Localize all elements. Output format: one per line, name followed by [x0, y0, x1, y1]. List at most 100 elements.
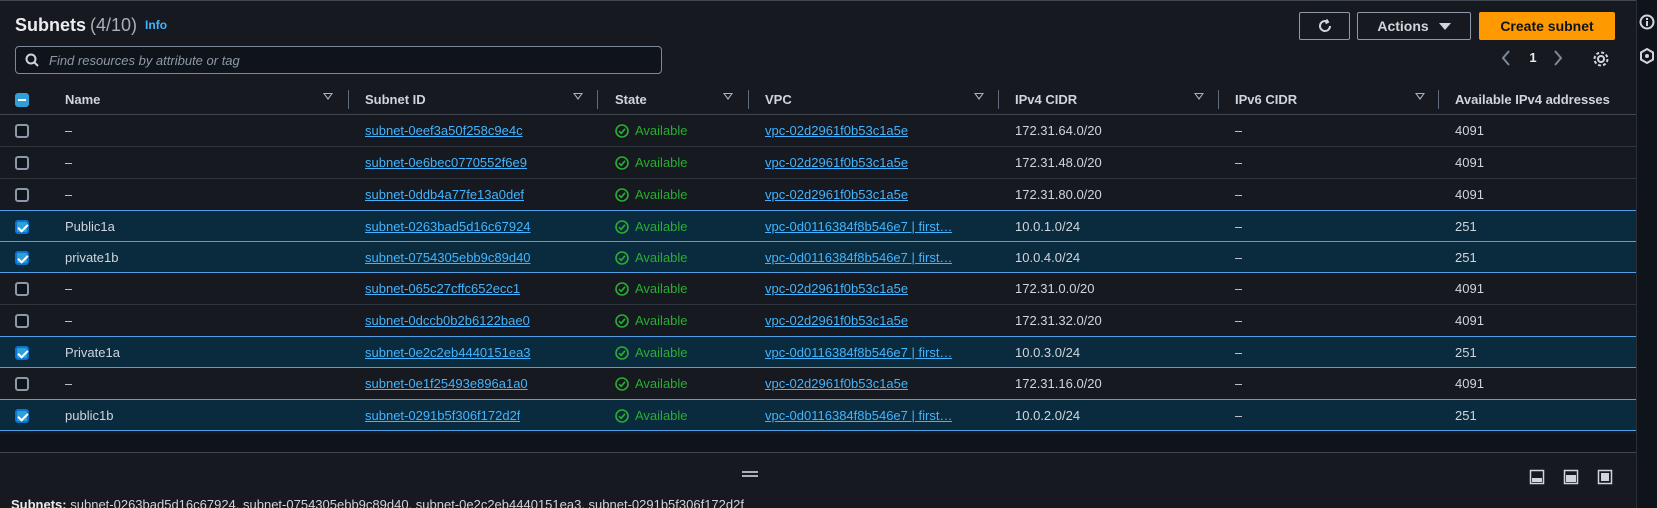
row-checkbox[interactable] — [15, 346, 29, 360]
column-divider[interactable] — [597, 90, 598, 109]
actions-button[interactable]: Actions — [1357, 12, 1471, 40]
subnet-id-link[interactable]: subnet-0291b5f306f172d2f — [365, 408, 520, 423]
subnet-id-link[interactable]: subnet-0263bad5d16c67924 — [365, 219, 531, 234]
cell-ipv4-cidr: 172.31.80.0/20 — [1015, 187, 1102, 202]
search-icon — [25, 53, 39, 67]
row-checkbox[interactable] — [15, 251, 29, 265]
cell-name: Public1a — [65, 219, 115, 234]
row-checkbox[interactable] — [15, 188, 29, 202]
row-checkbox[interactable] — [15, 124, 29, 138]
column-header-vpc[interactable]: VPC — [765, 92, 984, 107]
cell-ipv4-cidr: 172.31.0.0/20 — [1015, 281, 1095, 296]
column-header-ipv6-cidr[interactable]: IPv6 CIDR — [1235, 92, 1425, 107]
cell-ipv6-cidr: – — [1235, 408, 1243, 423]
selection-count: (4/10) — [90, 15, 138, 35]
row-checkbox[interactable] — [15, 409, 29, 423]
row-checkbox[interactable] — [15, 314, 29, 328]
column-divider[interactable] — [348, 90, 349, 109]
gear-icon[interactable] — [1592, 50, 1610, 68]
vpc-link[interactable]: vpc-0d0116384f8b546e7 | first… — [765, 219, 952, 234]
column-header-ipv4-cidr[interactable]: IPv4 CIDR — [1015, 92, 1204, 107]
table-row[interactable]: – subnet-0dccb0b2b6122bae0 Available vpc-02… — [0, 305, 1636, 337]
table-row[interactable]: Public1a subnet-0263bad5d16c67924 Availabl… — [0, 210, 1636, 242]
cell-ipv4-cidr: 172.31.48.0/20 — [1015, 155, 1102, 170]
row-checkbox[interactable] — [15, 282, 29, 296]
column-divider[interactable] — [998, 90, 999, 109]
state-badge: Available — [615, 408, 688, 423]
subnets-table: Name Subnet ID State VPC IPv4 CIDR IPv6 … — [0, 84, 1636, 431]
table-row[interactable]: – subnet-0ddb4a77fe13a0def Available vpc-02… — [0, 179, 1636, 211]
row-checkbox[interactable] — [15, 220, 29, 234]
column-header-subnet-id[interactable]: Subnet ID — [365, 92, 583, 107]
subnet-id-link[interactable]: subnet-0e2c2eb4440151ea3 — [365, 345, 531, 360]
page-number[interactable]: 1 — [1526, 50, 1540, 65]
cell-ipv4-cidr: 10.0.3.0/24 — [1015, 345, 1081, 360]
state-badge: Available — [615, 281, 688, 296]
column-header-state[interactable]: State — [615, 92, 733, 107]
pagination: 1 — [1496, 47, 1616, 71]
cell-ipv6-cidr: – — [1235, 219, 1243, 234]
cell-available-ipv4: 4091 — [1455, 123, 1484, 138]
subnet-id-link[interactable]: subnet-0e6bec0770552f6e9 — [365, 155, 527, 170]
panel-side-icon[interactable] — [1563, 469, 1579, 485]
column-divider[interactable] — [1218, 90, 1219, 109]
row-checkbox[interactable] — [15, 156, 29, 170]
vpc-link[interactable]: vpc-02d2961f0b53c1a5e — [765, 187, 908, 202]
subnet-id-link[interactable]: subnet-065c27cffc652ecc1 — [365, 281, 520, 296]
cell-ipv4-cidr: 172.31.64.0/20 — [1015, 123, 1102, 138]
state-label: Available — [635, 376, 688, 391]
vpc-link[interactable]: vpc-02d2961f0b53c1a5e — [765, 123, 908, 138]
subnet-id-link[interactable]: subnet-0dccb0b2b6122bae0 — [365, 313, 530, 328]
vpc-link[interactable]: vpc-0d0116384f8b546e7 | first… — [765, 250, 952, 265]
subnet-id-link[interactable]: subnet-0e1f25493e896a1a0 — [365, 376, 528, 391]
subnet-id-link[interactable]: subnet-0754305ebb9c89d40 — [365, 250, 531, 265]
vpc-link[interactable]: vpc-02d2961f0b53c1a5e — [765, 376, 908, 391]
row-checkbox[interactable] — [15, 377, 29, 391]
resize-handle[interactable] — [742, 471, 758, 477]
search-input[interactable] — [49, 50, 649, 70]
table-row[interactable]: – subnet-0e1f25493e896a1a0 Available vpc-02… — [0, 368, 1636, 400]
cell-ipv6-cidr: – — [1235, 376, 1243, 391]
check-circle-icon — [615, 345, 629, 360]
check-circle-icon — [615, 250, 629, 265]
info-circle-icon[interactable] — [1639, 14, 1655, 30]
column-header-available-ipv4[interactable]: Available IPv4 addresses — [1455, 92, 1610, 107]
column-divider[interactable] — [1438, 90, 1439, 109]
create-subnet-button[interactable]: Create subnet — [1479, 12, 1615, 40]
state-label: Available — [635, 345, 688, 360]
cell-name: – — [65, 376, 73, 391]
table-row[interactable]: – subnet-065c27cffc652ecc1 Available vpc-02… — [0, 273, 1636, 305]
table-row[interactable]: private1b subnet-0754305ebb9c89d40 Availab… — [0, 241, 1636, 273]
table-row[interactable]: – subnet-0e6bec0770552f6e9 Available vpc-02… — [0, 147, 1636, 179]
state-label: Available — [635, 187, 688, 202]
panel-full-icon[interactable] — [1597, 469, 1613, 485]
cell-ipv6-cidr: – — [1235, 313, 1243, 328]
panel-bottom-icon[interactable] — [1529, 469, 1545, 485]
vpc-link[interactable]: vpc-02d2961f0b53c1a5e — [765, 281, 908, 296]
subnet-id-link[interactable]: subnet-0eef3a50f258c9e4c — [365, 123, 523, 138]
vpc-link[interactable]: vpc-02d2961f0b53c1a5e — [765, 155, 908, 170]
details-split-panel: Subnets: subnet-0263bad5d16c67924, subne… — [0, 452, 1636, 508]
select-all-checkbox[interactable] — [15, 93, 29, 107]
state-badge: Available — [615, 313, 688, 328]
subnet-id-link[interactable]: subnet-0ddb4a77fe13a0def — [365, 187, 524, 202]
table-row[interactable]: – subnet-0eef3a50f258c9e4c Available vpc-02… — [0, 115, 1636, 147]
chevron-left-icon[interactable] — [1500, 49, 1512, 67]
chevron-right-icon[interactable] — [1552, 49, 1564, 67]
vpc-link[interactable]: vpc-02d2961f0b53c1a5e — [765, 313, 908, 328]
column-header-name[interactable]: Name — [65, 92, 333, 107]
info-link[interactable]: Info — [145, 18, 167, 32]
cell-available-ipv4: 4091 — [1455, 187, 1484, 202]
cell-available-ipv4: 4091 — [1455, 281, 1484, 296]
settings-hex-icon[interactable] — [1639, 48, 1655, 64]
vpc-link[interactable]: vpc-0d0116384f8b546e7 | first… — [765, 345, 952, 360]
search-field[interactable] — [15, 46, 662, 74]
vpc-link[interactable]: vpc-0d0116384f8b546e7 | first… — [765, 408, 952, 423]
cell-name: – — [65, 313, 73, 328]
table-row[interactable]: public1b subnet-0291b5f306f172d2f Availabl… — [0, 399, 1636, 431]
column-divider[interactable] — [748, 90, 749, 109]
table-row[interactable]: Private1a subnet-0e2c2eb4440151ea3 Availab… — [0, 336, 1636, 368]
check-circle-icon — [615, 123, 629, 138]
refresh-button[interactable] — [1299, 12, 1350, 40]
check-circle-icon — [615, 155, 629, 170]
